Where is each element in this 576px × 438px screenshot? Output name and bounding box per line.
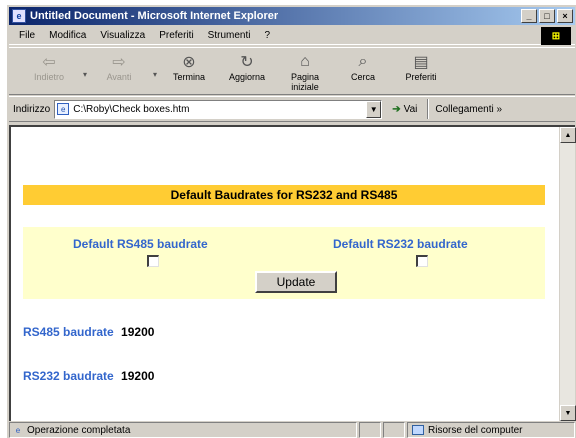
ie-logo-icon: e (12, 9, 26, 23)
rs485-baudrate-row: RS485 baudrate 19200 (23, 325, 154, 339)
go-arrow-icon: ➔ (392, 103, 401, 115)
forward-button[interactable]: ⇨ Avanti (93, 48, 145, 82)
menu-file[interactable]: File (19, 30, 35, 41)
address-bar: Indirizzo e C:\Roby\Check boxes.htm ▼ ➔ … (9, 96, 575, 122)
address-input[interactable]: e C:\Roby\Check boxes.htm ▼ (54, 99, 383, 119)
back-button[interactable]: ⇦ Indietro (23, 48, 75, 82)
status-text-panel: e Operazione completata (9, 422, 357, 438)
status-cell (383, 422, 405, 438)
status-text: Operazione completata (27, 424, 131, 436)
minimize-button[interactable]: _ (521, 9, 537, 23)
rs485-baudrate-value: 19200 (121, 325, 155, 339)
default-rs485-checkbox[interactable] (147, 255, 159, 267)
forward-arrow-icon: ⇨ (112, 54, 126, 71)
rs485-baudrate-label: RS485 baudrate (23, 325, 114, 339)
forward-dropdown-icon[interactable]: ▾ (151, 54, 159, 94)
rs232-baudrate-row: RS232 baudrate 19200 (23, 369, 154, 383)
vertical-scrollbar[interactable]: ▲ ▼ (559, 127, 576, 421)
maximize-button[interactable]: □ (539, 9, 555, 23)
menu-strumenti[interactable]: Strumenti (208, 30, 251, 41)
browser-window: e Untitled Document - Microsoft Internet… (6, 4, 576, 438)
window-title: Untitled Document - Microsoft Internet E… (30, 10, 279, 22)
close-button[interactable]: × (557, 9, 573, 23)
refresh-icon: ↻ (240, 54, 254, 71)
computer-icon (412, 425, 424, 435)
scroll-down-icon[interactable]: ▼ (560, 405, 576, 421)
search-icon: ⌕ (358, 53, 368, 70)
address-dropdown-icon[interactable]: ▼ (366, 100, 382, 118)
security-zone-panel: Risorse del computer (407, 422, 575, 438)
links-button[interactable]: Collegamenti » (435, 104, 502, 115)
window-controls: _ □ × (521, 9, 573, 23)
favorites-button[interactable]: ▤ Preferiti (395, 48, 447, 82)
default-rs232-checkbox[interactable] (416, 255, 428, 267)
default-rs232-label: Default RS232 baudrate (333, 237, 468, 251)
back-arrow-icon: ⇦ (42, 54, 56, 71)
toolbar-separator (427, 99, 430, 119)
address-url: C:\Roby\Check boxes.htm (73, 103, 190, 115)
go-button[interactable]: ➔ Vai (392, 104, 417, 115)
page-content: Default Baudrates for RS232 and RS485 De… (9, 125, 576, 421)
stop-icon: ⊗ (182, 54, 196, 71)
page-banner: Default Baudrates for RS232 and RS485 (23, 185, 545, 205)
security-zone-text: Risorse del computer (428, 424, 523, 436)
page-icon: e (57, 103, 70, 115)
scroll-up-icon[interactable]: ▲ (560, 127, 576, 143)
address-label: Indirizzo (13, 103, 51, 115)
windows-logo-icon: ⊞ (541, 27, 571, 45)
home-button[interactable]: ⌂ Pagina iniziale (279, 48, 331, 92)
favorites-icon: ▤ (413, 54, 429, 71)
rs232-baudrate-value: 19200 (121, 369, 155, 383)
page-done-icon: e (15, 425, 21, 435)
menu-bar: File Modifica Visualizza Preferiti Strum… (9, 27, 575, 45)
update-button[interactable]: Update (255, 271, 337, 293)
menu-help[interactable]: ? (264, 30, 270, 41)
menu-visualizza[interactable]: Visualizza (100, 30, 145, 41)
rs232-baudrate-label: RS232 baudrate (23, 369, 114, 383)
menu-preferiti[interactable]: Preferiti (159, 30, 193, 41)
home-icon: ⌂ (300, 53, 310, 70)
stop-button[interactable]: ⊗ Termina (163, 48, 215, 82)
status-bar: e Operazione completata Risorse del comp… (9, 421, 575, 438)
back-dropdown-icon[interactable]: ▾ (81, 54, 89, 94)
standard-toolbar: ⇦ Indietro ▾ ⇨ Avanti ▾ ⊗ Termina ↻ Aggi… (9, 47, 575, 95)
menu-modifica[interactable]: Modifica (49, 30, 86, 41)
refresh-button[interactable]: ↻ Aggiorna (221, 48, 273, 82)
search-button[interactable]: ⌕ Cerca (337, 48, 389, 82)
baudrate-form: Default RS485 baudrate Default RS232 bau… (23, 227, 545, 299)
title-bar[interactable]: e Untitled Document - Microsoft Internet… (9, 7, 575, 25)
status-cell (359, 422, 381, 438)
default-rs485-label: Default RS485 baudrate (73, 237, 208, 251)
